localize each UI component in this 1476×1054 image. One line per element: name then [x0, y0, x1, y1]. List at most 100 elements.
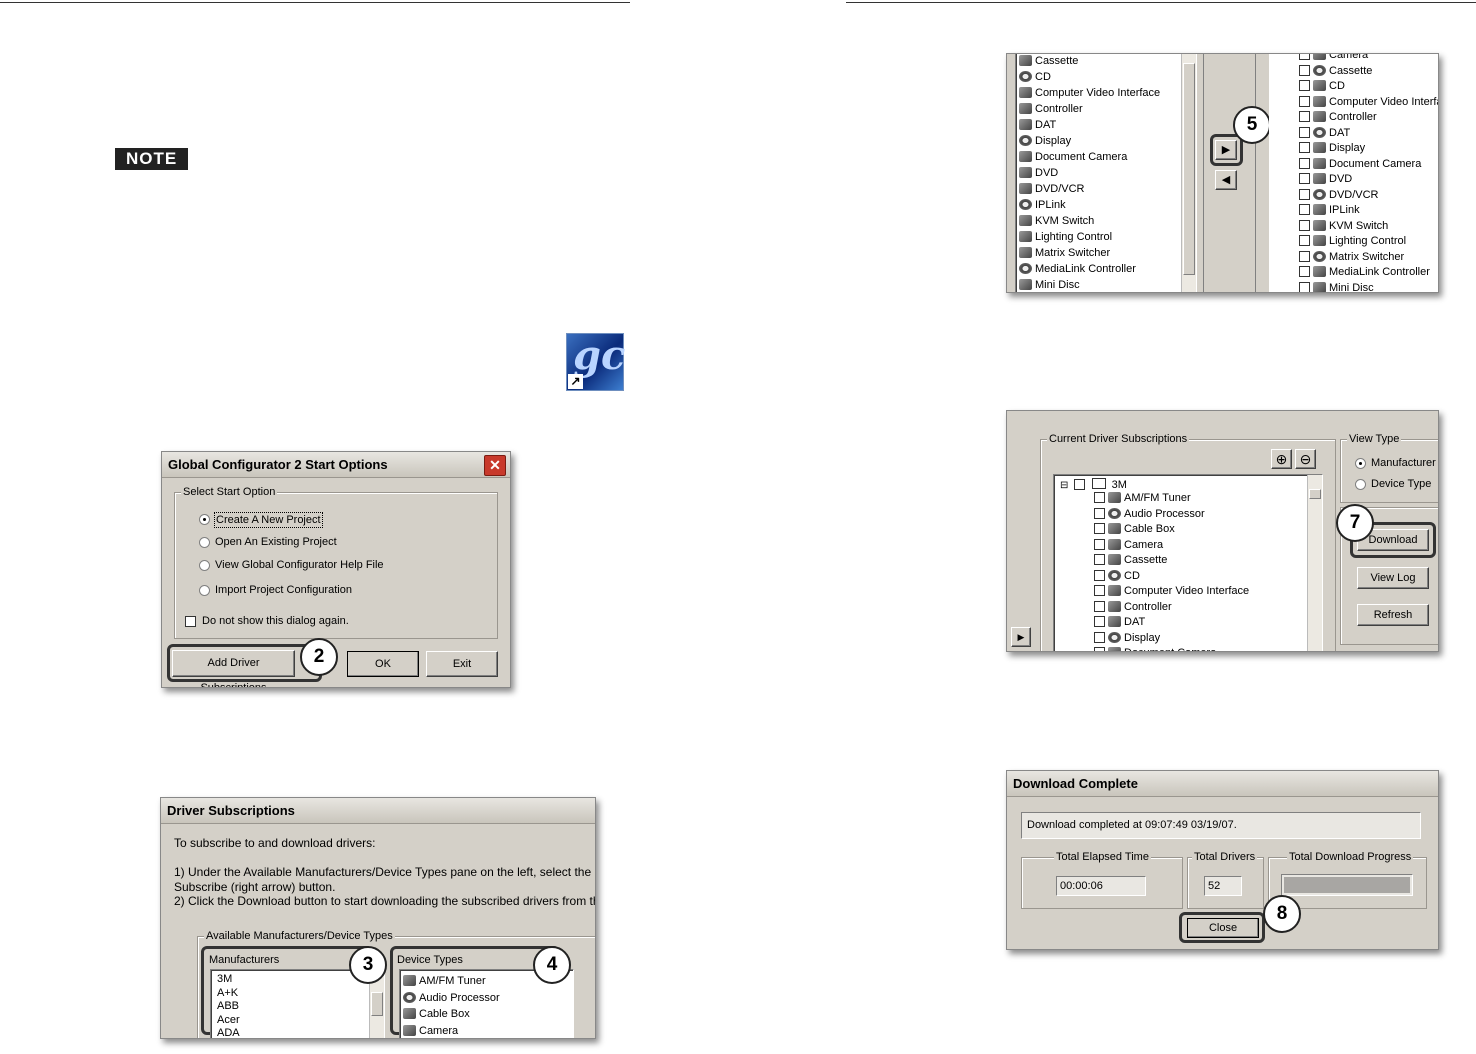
list-item[interactable]: Document Camera	[1019, 149, 1160, 165]
list-item[interactable]: Computer Video Interface	[1094, 584, 1249, 600]
subscription-tree[interactable]: ⊟ 3M AM/FM Tuner Audio Processor Cable Box…	[1053, 474, 1323, 651]
list-item[interactable]: IPLink	[1299, 203, 1438, 219]
list-item[interactable]: Mini Disc	[1299, 281, 1438, 292]
list-item[interactable]: Cassette	[1299, 64, 1438, 80]
option-view-help-file[interactable]: View Global Configurator Help File	[215, 558, 384, 572]
list-item[interactable]: MediaLink Controller	[1019, 261, 1160, 277]
list-item[interactable]: Display	[1094, 631, 1249, 647]
option-import-project[interactable]: Import Project Configuration	[215, 583, 352, 597]
list-item[interactable]: A+K	[217, 987, 240, 1001]
list-item[interactable]: Camera	[403, 1023, 500, 1039]
list-item[interactable]: Controller	[1019, 101, 1160, 117]
item-checkbox[interactable]	[1299, 80, 1310, 91]
item-checkbox[interactable]	[1299, 157, 1310, 169]
do-not-show-checkbox[interactable]	[185, 616, 196, 627]
unsubscribe-left-arrow-button[interactable]: ◀	[1215, 170, 1237, 190]
radio-open-existing-project[interactable]	[199, 537, 210, 548]
item-checkbox[interactable]	[1299, 54, 1310, 60]
list-item[interactable]: CD	[1094, 569, 1249, 585]
item-checkbox[interactable]	[1299, 142, 1310, 153]
item-checkbox[interactable]	[1094, 554, 1105, 565]
list-item[interactable]: Lighting Control	[1019, 229, 1160, 245]
list-item[interactable]: Cassette	[1094, 553, 1249, 569]
list-item[interactable]: Acer	[217, 1014, 240, 1028]
list-item[interactable]: Cable Box	[403, 1006, 500, 1023]
item-checkbox[interactable]	[1094, 492, 1105, 503]
list-item[interactable]: Cassette	[1019, 54, 1160, 69]
list-item[interactable]: ADA	[217, 1027, 240, 1038]
expand-arrow-button[interactable]: ▶	[1011, 627, 1031, 647]
list-item[interactable]: Lighting Control	[1299, 234, 1438, 250]
list-item[interactable]: Computer Video Interface	[1019, 85, 1160, 101]
list-item[interactable]: DVD	[1299, 172, 1438, 188]
close-icon[interactable]: ✕	[484, 455, 506, 476]
item-checkbox[interactable]	[1299, 204, 1310, 215]
list-item[interactable]: DVD/VCR	[1299, 188, 1438, 204]
list-item[interactable]: CD	[1019, 69, 1160, 85]
item-checkbox[interactable]	[1299, 64, 1310, 76]
list-item[interactable]: Display	[1299, 141, 1438, 157]
list-item[interactable]: IPLink	[1019, 197, 1160, 213]
list-item[interactable]: AM/FM Tuner	[403, 973, 500, 990]
item-checkbox[interactable]	[1299, 219, 1310, 231]
radio-view-help-file[interactable]	[199, 560, 210, 571]
item-checkbox[interactable]	[1299, 173, 1310, 184]
tree-scrollbar[interactable]	[1307, 475, 1322, 651]
radio-device-type[interactable]	[1355, 479, 1366, 490]
list-item[interactable]: Controller	[1094, 600, 1249, 616]
radio-import-project[interactable]	[199, 585, 210, 596]
list-item[interactable]: Camera	[1299, 54, 1438, 64]
option-open-existing-project[interactable]: Open An Existing Project	[215, 535, 337, 549]
global-configurator-shortcut-icon[interactable]: gc ↗	[566, 332, 625, 391]
item-checkbox[interactable]	[1299, 111, 1310, 122]
list-item[interactable]: Controller	[1299, 110, 1438, 126]
view-manufacturer-label[interactable]: Manufacturer	[1371, 456, 1436, 470]
radio-create-new-project[interactable]	[199, 514, 210, 525]
list-item[interactable]: MediaLink Controller	[1299, 265, 1438, 281]
list-item[interactable]: Matrix Switcher	[1019, 245, 1160, 261]
list-item[interactable]: Audio Processor	[1094, 507, 1249, 523]
item-checkbox[interactable]	[1299, 250, 1310, 262]
list-item[interactable]: Document Camera	[1299, 157, 1438, 173]
list-item[interactable]: DVD	[1019, 165, 1160, 181]
item-checkbox[interactable]	[1094, 569, 1105, 581]
collapse-all-icon[interactable]: ⊖	[1295, 449, 1316, 469]
item-checkbox[interactable]	[1299, 95, 1310, 107]
item-checkbox[interactable]	[1094, 507, 1105, 519]
list-item[interactable]: Document Camera	[1094, 646, 1249, 651]
item-checkbox[interactable]	[1094, 631, 1105, 643]
item-checkbox[interactable]	[1094, 585, 1105, 596]
list-item[interactable]: DAT	[1019, 117, 1160, 133]
list-item[interactable]: Mini Disc	[1019, 277, 1160, 292]
radio-manufacturer[interactable]	[1355, 458, 1366, 469]
view-log-button[interactable]: View Log	[1357, 567, 1429, 589]
view-device-type-label[interactable]: Device Type	[1371, 477, 1431, 491]
list-item[interactable]: Audio Processor	[403, 990, 500, 1007]
list-item[interactable]: KVM Switch	[1019, 213, 1160, 229]
list-item[interactable]: DAT	[1299, 126, 1438, 142]
list-item[interactable]: 3M	[217, 973, 240, 987]
option-create-new-project[interactable]: Create A New Project	[214, 512, 323, 528]
exit-button[interactable]: Exit	[426, 651, 498, 677]
list-item[interactable]: DVD/VCR	[1019, 181, 1160, 197]
item-checkbox[interactable]	[1299, 281, 1310, 292]
list-item[interactable]: KVM Switch	[1299, 219, 1438, 235]
expand-all-icon[interactable]: ⊕	[1271, 449, 1292, 469]
list-item[interactable]: Camera	[1094, 538, 1249, 554]
item-checkbox[interactable]	[1094, 523, 1105, 534]
item-checkbox[interactable]	[1094, 616, 1105, 627]
item-checkbox[interactable]	[1299, 188, 1310, 200]
list-item[interactable]: AM/FM Tuner	[1094, 491, 1249, 507]
list-item[interactable]: DAT	[1094, 615, 1249, 631]
list-item[interactable]: ABB	[217, 1000, 240, 1014]
refresh-button[interactable]: Refresh	[1357, 604, 1429, 626]
item-checkbox[interactable]	[1299, 266, 1310, 277]
item-checkbox[interactable]	[1094, 647, 1105, 651]
list-item[interactable]: CD	[1299, 79, 1438, 95]
available-list-scrollbar[interactable]	[1181, 54, 1196, 292]
list-item[interactable]: Computer Video Interface	[1299, 95, 1438, 111]
item-checkbox[interactable]	[1299, 235, 1310, 246]
item-checkbox[interactable]	[1094, 538, 1105, 550]
list-item[interactable]: Matrix Switcher	[1299, 250, 1438, 266]
ok-button[interactable]: OK	[347, 651, 419, 677]
